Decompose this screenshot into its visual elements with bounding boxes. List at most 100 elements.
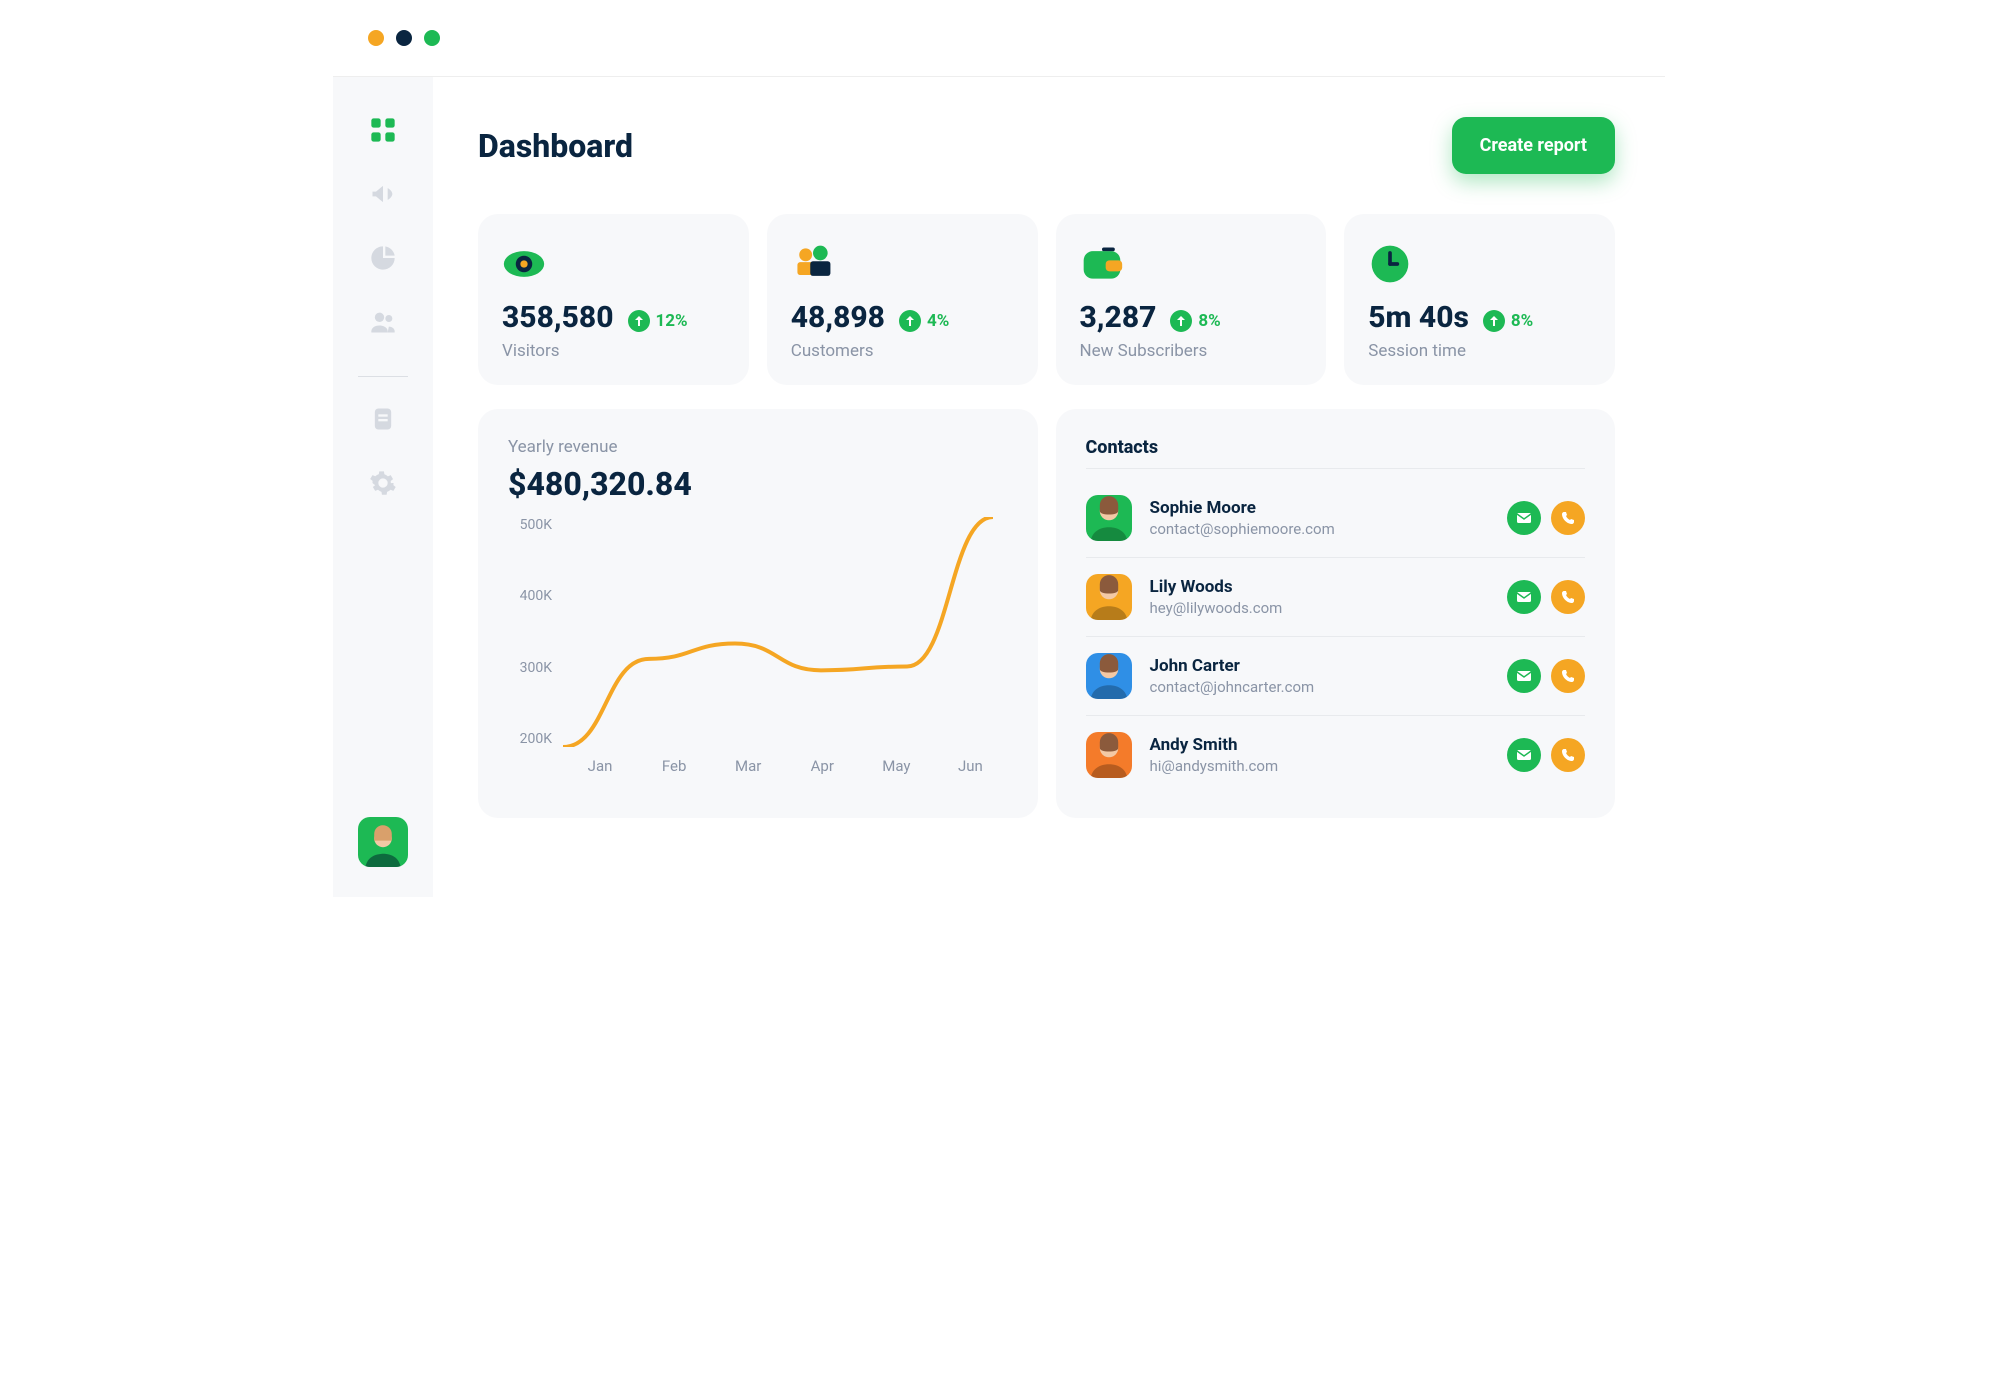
sidebar — [333, 77, 433, 897]
revenue-amount: $480,320.84 — [508, 465, 1008, 503]
arrow-up-icon — [1483, 310, 1505, 332]
contact-name: Sophie Moore — [1150, 498, 1508, 518]
stat-card-visitors: 358,580 12% Visitors — [478, 214, 749, 385]
stat-label: New Subscribers — [1080, 341, 1303, 361]
phone-icon — [1560, 747, 1576, 763]
envelope-icon — [1516, 589, 1532, 605]
nav-analytics[interactable] — [365, 240, 401, 276]
phone-button[interactable] — [1551, 659, 1585, 693]
chart-xtick: Apr — [785, 757, 859, 775]
stat-label: Session time — [1368, 341, 1591, 361]
stat-label: Customers — [791, 341, 1014, 361]
chart-xtick: Feb — [637, 757, 711, 775]
envelope-icon — [1516, 668, 1532, 684]
email-button[interactable] — [1507, 659, 1541, 693]
stat-card-customers: 48,898 4% Customers — [767, 214, 1038, 385]
contact-email: contact@johncarter.com — [1150, 678, 1508, 696]
stat-card-subscribers: 3,287 8% New Subscribers — [1056, 214, 1327, 385]
chart-line — [563, 517, 993, 747]
contact-row: Sophie Moore contact@sophiemoore.com — [1086, 479, 1586, 558]
chart-xtick: May — [859, 757, 933, 775]
window-dot-amber — [368, 30, 384, 46]
contact-row: John Carter contact@johncarter.com — [1086, 637, 1586, 716]
chart-ytick: 400K — [508, 588, 558, 604]
nav-users[interactable] — [365, 304, 401, 340]
gear-icon — [369, 469, 397, 497]
contact-name: John Carter — [1150, 656, 1508, 676]
pie-chart-icon — [369, 244, 397, 272]
stat-delta: 8% — [1483, 310, 1533, 332]
stat-value: 48,898 — [791, 300, 885, 335]
phone-button[interactable] — [1551, 738, 1585, 772]
contact-email: contact@sophiemoore.com — [1150, 520, 1508, 538]
stat-value: 3,287 — [1080, 300, 1157, 335]
nav-divider — [358, 376, 408, 377]
contact-info: Sophie Moore contact@sophiemoore.com — [1150, 498, 1508, 538]
chart-xtick: Jun — [933, 757, 1007, 775]
contact-avatar — [1086, 495, 1132, 541]
arrow-up-icon — [628, 310, 650, 332]
arrow-up-icon — [1170, 310, 1192, 332]
chart-xtick: Jan — [563, 757, 637, 775]
chart-ytick: 500K — [508, 517, 558, 533]
clock-icon — [1368, 242, 1412, 286]
nav-documents[interactable] — [365, 401, 401, 437]
chart-ytick: 200K — [508, 731, 558, 747]
arrow-up-icon — [899, 310, 921, 332]
stat-card-session-time: 5m 40s 8% Session time — [1344, 214, 1615, 385]
eye-icon — [502, 242, 546, 286]
phone-button[interactable] — [1551, 501, 1585, 535]
stat-value: 358,580 — [502, 300, 614, 335]
user-avatar[interactable] — [358, 817, 408, 867]
nav-dashboard[interactable] — [365, 112, 401, 148]
contacts-panel: Contacts Sophie Moore contact@sophiemoore… — [1056, 409, 1616, 818]
contact-avatar — [1086, 732, 1132, 778]
stat-cards: 358,580 12% Visitors 48,898 — [478, 214, 1615, 385]
email-button[interactable] — [1507, 580, 1541, 614]
avatar-icon — [361, 823, 405, 867]
contact-avatar — [1086, 574, 1132, 620]
people-icon — [791, 242, 835, 286]
nav-settings[interactable] — [365, 465, 401, 501]
contact-email: hi@andysmith.com — [1150, 757, 1508, 775]
create-report-button[interactable]: Create report — [1452, 117, 1615, 174]
stat-delta: 4% — [899, 310, 949, 332]
phone-icon — [1560, 510, 1576, 526]
page-title: Dashboard — [478, 127, 633, 165]
revenue-subtitle: Yearly revenue — [508, 437, 1008, 457]
email-button[interactable] — [1507, 501, 1541, 535]
main-content: Dashboard Create report 358,580 12% — [433, 77, 1665, 897]
chart-xtick: Mar — [711, 757, 785, 775]
megaphone-icon — [369, 180, 397, 208]
email-button[interactable] — [1507, 738, 1541, 772]
phone-icon — [1560, 589, 1576, 605]
contact-row: Lily Woods hey@lilywoods.com — [1086, 558, 1586, 637]
window-titlebar — [333, 0, 1665, 76]
revenue-panel: Yearly revenue $480,320.84 500K 400K 300K 2… — [478, 409, 1038, 818]
users-icon — [369, 308, 397, 336]
contact-name: Andy Smith — [1150, 735, 1508, 755]
window-dot-green — [424, 30, 440, 46]
stat-delta: 12% — [628, 310, 688, 332]
contact-row: Andy Smith hi@andysmith.com — [1086, 716, 1586, 794]
grid-icon — [369, 116, 397, 144]
nav-announcements[interactable] — [365, 176, 401, 212]
contact-avatar — [1086, 653, 1132, 699]
contacts-title: Contacts — [1086, 437, 1586, 469]
phone-icon — [1560, 668, 1576, 684]
stat-delta: 8% — [1170, 310, 1220, 332]
document-icon — [369, 405, 397, 433]
chart-ytick: 300K — [508, 660, 558, 676]
envelope-icon — [1516, 747, 1532, 763]
contact-info: Lily Woods hey@lilywoods.com — [1150, 577, 1508, 617]
window-dot-navy — [396, 30, 412, 46]
wallet-icon — [1080, 242, 1124, 286]
contact-email: hey@lilywoods.com — [1150, 599, 1508, 617]
envelope-icon — [1516, 510, 1532, 526]
contact-name: Lily Woods — [1150, 577, 1508, 597]
revenue-chart: 500K 400K 300K 200K JanFebMarAprMayJun — [508, 517, 1008, 775]
phone-button[interactable] — [1551, 580, 1585, 614]
stat-label: Visitors — [502, 341, 725, 361]
stat-value: 5m 40s — [1368, 300, 1469, 335]
contact-info: Andy Smith hi@andysmith.com — [1150, 735, 1508, 775]
